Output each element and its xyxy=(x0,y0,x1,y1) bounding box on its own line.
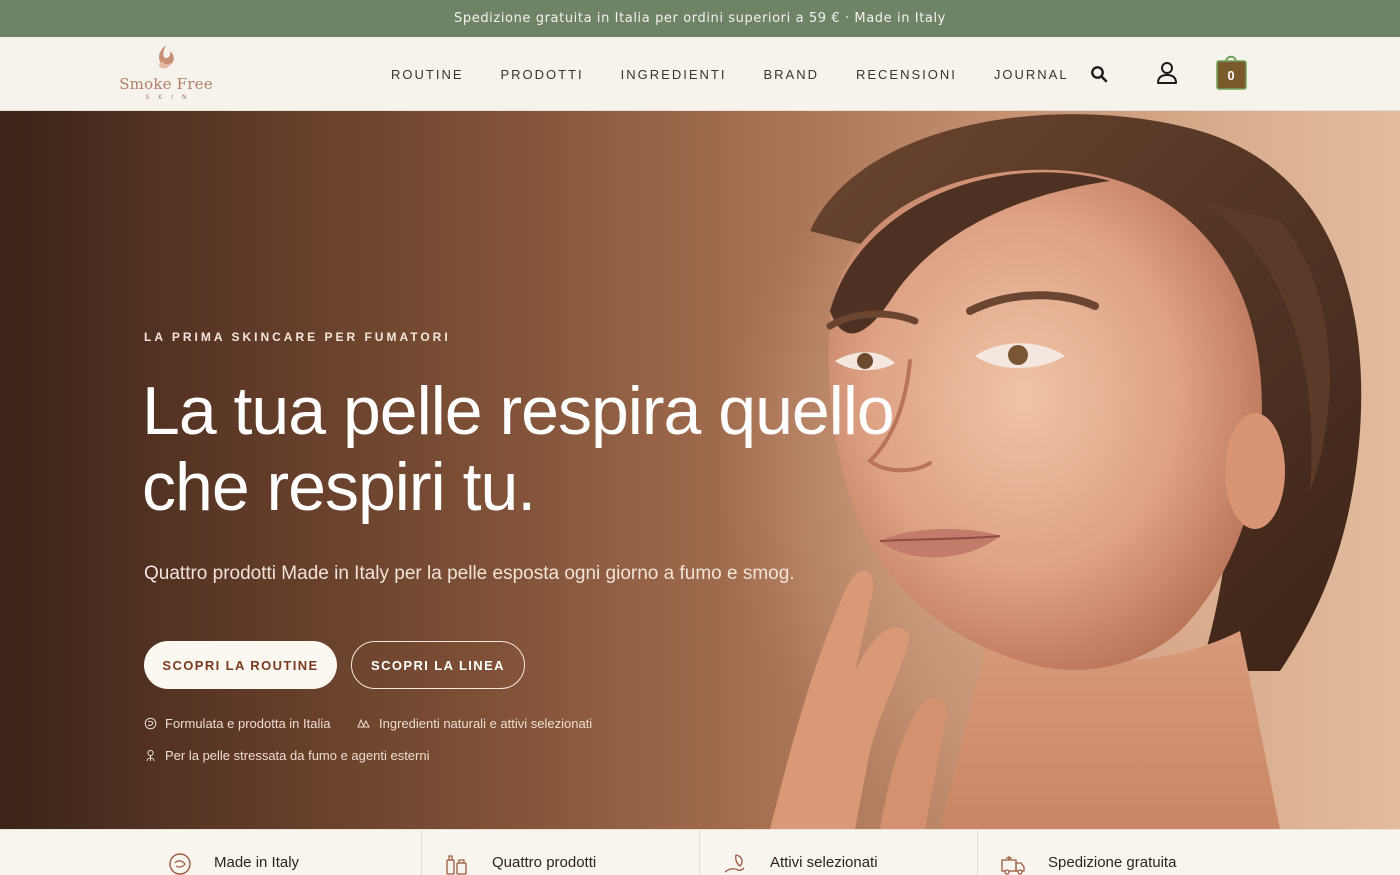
hero-feature-protection: Per la pelle stressata da fumo e agenti … xyxy=(144,748,429,763)
nav-item-recensioni[interactable]: RECENSIONI xyxy=(856,67,957,82)
strip-label: Spedizione gratuita xyxy=(1048,854,1177,871)
strip-item-selected-actives: Attivi selezionati xyxy=(700,830,978,875)
nav-item-journal[interactable]: JOURNAL xyxy=(994,67,1069,82)
search-icon[interactable] xyxy=(1090,65,1108,83)
hero-subheading: Quattro prodotti Made in Italy per la pe… xyxy=(144,563,795,584)
hero-eyebrow: LA PRIMA SKINCARE PER FUMATORI xyxy=(144,330,451,344)
hero-feature-ingredients: Ingredienti naturali e attivi selezionat… xyxy=(356,716,592,731)
brand-logo[interactable]: Smoke Free SKIN xyxy=(112,43,220,105)
nav-item-routine[interactable]: ROUTINE xyxy=(391,67,464,82)
ingredients-icon xyxy=(357,718,370,728)
logo-flame-icon xyxy=(158,45,174,69)
strip-item-made-in-italy: Made in Italy xyxy=(0,830,422,875)
discover-line-button[interactable]: SCOPRI LA LINEA xyxy=(351,641,525,689)
bottles-icon xyxy=(446,855,467,875)
hero-headline-line1: La tua pelle respira quello xyxy=(142,373,895,449)
brand-name: Smoke Free xyxy=(119,75,213,93)
free-shipping-truck-icon xyxy=(1001,856,1025,875)
announcement-bar: Spedizione gratuita in Italia per ordini… xyxy=(0,0,1400,37)
discover-routine-button[interactable]: SCOPRI LA ROUTINE xyxy=(144,641,337,689)
hero-feature-text: Ingredienti naturali e attivi selezionat… xyxy=(379,716,593,731)
hero-headline: La tua pelle respira quello che respiri … xyxy=(142,373,902,525)
cart-button[interactable]: 0 xyxy=(1216,52,1248,90)
made-in-italy-icon xyxy=(144,717,157,730)
strip-label: Made in Italy xyxy=(214,854,300,871)
strip-label: Quattro prodotti xyxy=(492,854,597,871)
hero-feature-made-in-italy: Formulata e prodotta in Italia xyxy=(144,716,330,731)
hero-feature-text: Per la pelle stressata da fumo e agenti … xyxy=(165,748,430,763)
hero-section: LA PRIMA SKINCARE PER FUMATORI La tua pe… xyxy=(0,111,1400,829)
protection-icon xyxy=(146,749,155,762)
italy-badge-icon xyxy=(169,853,191,875)
strip-item-free-shipping: Spedizione gratuita xyxy=(978,830,1400,875)
nav-item-brand[interactable]: BRAND xyxy=(763,67,819,82)
main-nav: ROUTINE PRODOTTI INGREDIENTI BRAND RECEN… xyxy=(391,37,1106,111)
site-header: Smoke Free SKIN ROUTINE PRODOTTI INGREDI… xyxy=(0,37,1400,111)
features-strip: Made in Italy Quattro prodotti Attivi se… xyxy=(0,829,1400,875)
hero-headline-line2: che respiri tu. xyxy=(142,449,536,525)
account-icon[interactable] xyxy=(1156,61,1178,85)
announcement-text: Spedizione gratuita in Italia per ordini… xyxy=(454,11,946,26)
strip-item-four-products: Quattro prodotti xyxy=(422,830,700,875)
nav-item-prodotti[interactable]: PRODOTTI xyxy=(501,67,584,82)
nav-item-ingredienti[interactable]: INGREDIENTI xyxy=(621,67,727,82)
cart-count-badge: 0 xyxy=(1227,67,1235,83)
hero-feature-text: Formulata e prodotta in Italia xyxy=(165,716,331,731)
strip-label: Attivi selezionati xyxy=(770,854,878,871)
brand-subtitle: SKIN xyxy=(145,94,196,101)
leaf-hand-icon xyxy=(724,854,745,873)
